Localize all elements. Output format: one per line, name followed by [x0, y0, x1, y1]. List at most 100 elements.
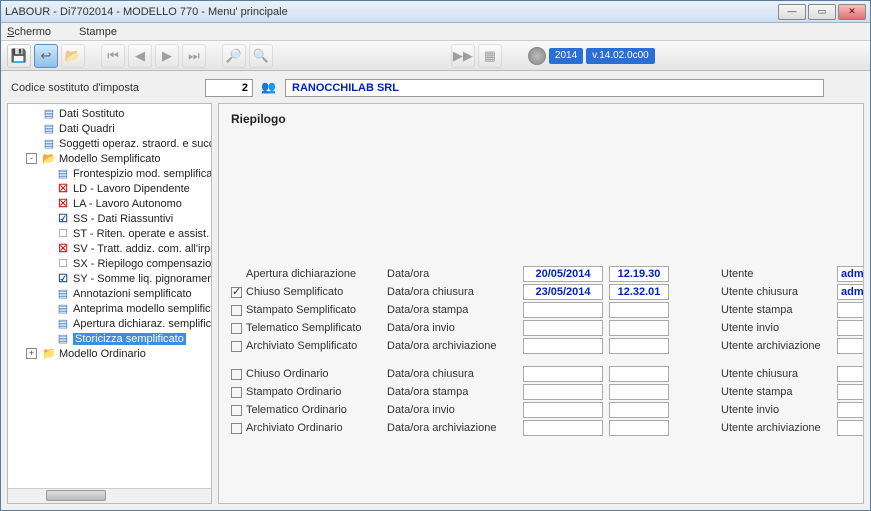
tree-item[interactable]: ☒LD - Lavoro Dipendente — [12, 181, 209, 196]
header-row: Codice sostituto d'imposta 2 👥 RANOCCHIL… — [7, 75, 864, 103]
date-field[interactable] — [523, 338, 603, 354]
toolbar-prev-icon[interactable]: ◀ — [128, 44, 152, 68]
maximize-button[interactable]: ▭ — [808, 4, 836, 20]
tree-item[interactable]: ▤Storicizza semplificato — [12, 331, 209, 346]
tree-expander-icon[interactable]: + — [26, 348, 37, 359]
tree-item[interactable]: ☑SS - Dati Riassuntivi — [12, 211, 209, 226]
checkbox[interactable] — [231, 405, 242, 416]
time-field[interactable] — [609, 320, 669, 336]
time-field[interactable] — [609, 302, 669, 318]
form-icon: ▤ — [42, 122, 56, 135]
user-field[interactable] — [837, 302, 864, 318]
time-field[interactable] — [609, 384, 669, 400]
tree-item[interactable]: ▤Soggetti operaz. straord. e succes. — [12, 136, 209, 151]
user-field[interactable] — [837, 366, 864, 382]
tree-expander-icon — [40, 198, 51, 209]
tree-item-label: SY - Somme liq. pignoramento — [73, 273, 211, 285]
date-field[interactable] — [523, 366, 603, 382]
tree-item[interactable]: ☐SX - Riepilogo compensazioni — [12, 256, 209, 271]
toolbar-save-icon[interactable]: 💾 — [7, 44, 31, 68]
titlebar: LABOUR - Di7702014 - MODELLO 770 - Menu'… — [1, 1, 870, 23]
toolbar-first-icon[interactable]: ⏮ — [101, 44, 125, 68]
date-field[interactable]: 20/05/2014 — [523, 266, 603, 282]
tree-item[interactable]: ▤Annotazioni semplificato — [12, 286, 209, 301]
tree-item[interactable]: ☒LA - Lavoro Autonomo — [12, 196, 209, 211]
status-label: Telematico Ordinario — [246, 404, 347, 416]
tree-item-label: Storicizza semplificato — [73, 333, 186, 345]
tree[interactable]: ▤Dati Sostituto▤Dati Quadri▤Soggetti ope… — [8, 104, 211, 488]
time-field[interactable] — [609, 420, 669, 436]
user-field[interactable] — [837, 402, 864, 418]
tree-item[interactable]: ▤Frontespizio mod. semplificato — [12, 166, 209, 181]
user-field[interactable] — [837, 420, 864, 436]
minimize-button[interactable]: — — [778, 4, 806, 20]
checkbox[interactable] — [231, 341, 242, 352]
user-field[interactable] — [837, 320, 864, 336]
tree-item[interactable]: ▤Anteprima modello semplificato — [12, 301, 209, 316]
tree-item-label: Dati Sostituto — [59, 108, 124, 120]
tree-item[interactable]: ☒SV - Tratt. addiz. com. all'irpef — [12, 241, 209, 256]
tree-expander-icon — [40, 273, 51, 284]
datetime-label: Data/ora chiusura — [387, 286, 517, 298]
tree-expander-icon[interactable]: - — [26, 153, 37, 164]
close-button[interactable]: ✕ — [838, 4, 866, 20]
datetime-label: Data/ora archiviazione — [387, 340, 517, 352]
menu-stampe[interactable]: Stampe — [79, 26, 131, 38]
toolbar-zoom-icon[interactable]: 🔍 — [249, 44, 273, 68]
toolbar-back-icon[interactable]: ↩ — [34, 44, 58, 68]
checkbox[interactable] — [231, 423, 242, 434]
datetime-label: Data/ora — [387, 268, 517, 280]
checkbox[interactable] — [231, 387, 242, 398]
main-split: ▤Dati Sostituto▤Dati Quadri▤Soggetti ope… — [7, 103, 864, 504]
tree-item[interactable]: ☐ST - Riten. operate e assist. fisc. — [12, 226, 209, 241]
date-field[interactable] — [523, 420, 603, 436]
date-field[interactable] — [523, 384, 603, 400]
status-checkbox-row: Chiuso Semplificato — [231, 286, 381, 298]
folder-icon: 📁 — [42, 347, 56, 360]
tree-item[interactable]: +📁Modello Ordinario — [12, 346, 209, 361]
user-label: Utente stampa — [721, 304, 831, 316]
toolbar-version-pill: v.14.02.0c00 — [586, 48, 655, 64]
tree-item-label: SX - Riepilogo compensazioni — [73, 258, 211, 270]
scrollbar-thumb[interactable] — [46, 490, 106, 501]
user-field[interactable] — [837, 384, 864, 400]
redx-icon: ☒ — [56, 242, 70, 255]
time-field[interactable]: 12.19.30 — [609, 266, 669, 282]
user-field[interactable]: admin — [837, 284, 864, 300]
checkbox[interactable] — [231, 287, 242, 298]
time-field[interactable] — [609, 402, 669, 418]
status-checkbox-row: Apertura dichiarazione — [231, 268, 381, 280]
date-field[interactable] — [523, 302, 603, 318]
user-label: Utente invio — [721, 322, 831, 334]
toolbar-last-icon[interactable]: ⏭ — [182, 44, 206, 68]
box-icon: ☐ — [56, 227, 70, 240]
time-field[interactable] — [609, 366, 669, 382]
user-label: Utente stampa — [721, 386, 831, 398]
tree-hscrollbar[interactable] — [8, 488, 211, 503]
codice-lookup-icon[interactable]: 👥 — [261, 80, 277, 96]
date-field[interactable] — [523, 402, 603, 418]
toolbar-next-icon[interactable]: ▶ — [155, 44, 179, 68]
datetime-label: Data/ora chiusura — [387, 368, 517, 380]
tree-item[interactable]: ▤Dati Sostituto — [12, 106, 209, 121]
time-field[interactable]: 12.32.01 — [609, 284, 669, 300]
codice-input[interactable]: 2 — [205, 79, 253, 97]
checkbox[interactable] — [231, 323, 242, 334]
tree-item[interactable]: -📂Modello Semplificato — [12, 151, 209, 166]
time-field[interactable] — [609, 338, 669, 354]
checkbox[interactable] — [231, 369, 242, 380]
user-field[interactable]: admin — [837, 266, 864, 282]
checkbox[interactable] — [231, 305, 242, 316]
tree-item[interactable]: ▤Dati Quadri — [12, 121, 209, 136]
menu-schermo[interactable]: Schermo — [7, 26, 65, 38]
date-field[interactable] — [523, 320, 603, 336]
tree-item[interactable]: ▤Apertura dichiaraz. semplificato — [12, 316, 209, 331]
toolbar-binoculars-icon[interactable]: 🔎 — [222, 44, 246, 68]
toolbar-grid-icon[interactable]: ▦ — [478, 44, 502, 68]
toolbar-open-icon[interactable]: 📂 — [61, 44, 85, 68]
toolbar-skip-icon[interactable]: ▶▶ — [451, 44, 475, 68]
tree-item[interactable]: ☑SY - Somme liq. pignoramento — [12, 271, 209, 286]
user-field[interactable] — [837, 338, 864, 354]
date-field[interactable]: 23/05/2014 — [523, 284, 603, 300]
tree-expander-icon — [40, 183, 51, 194]
